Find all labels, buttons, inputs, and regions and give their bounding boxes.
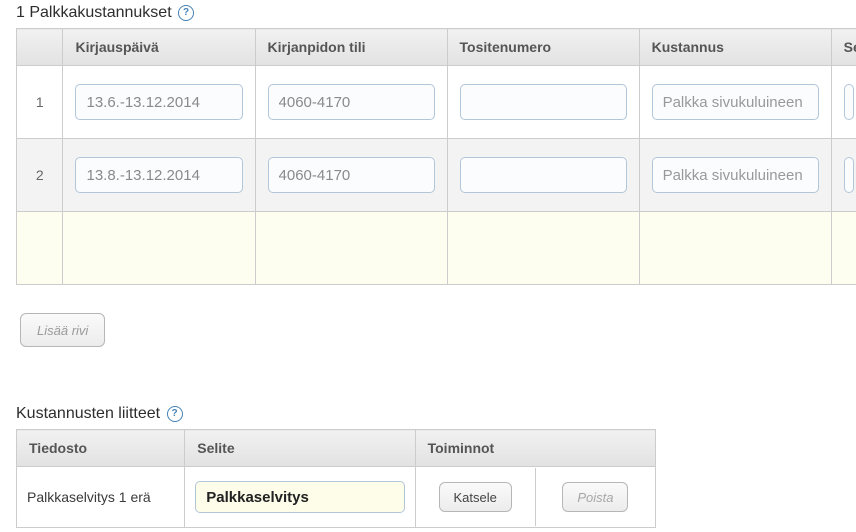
col-tosite-header: Tositenumero (447, 29, 639, 66)
col-att-selite-header: Selite (185, 430, 415, 467)
section1-title: 1 Palkkakustannukset ? (16, 4, 856, 22)
section2-title-text: Kustannusten liitteet (16, 405, 160, 422)
selite-input[interactable] (844, 157, 854, 193)
table-row: 2 (17, 139, 856, 212)
kustannus-input[interactable] (652, 157, 819, 193)
tili-input[interactable] (268, 84, 435, 120)
tili-input[interactable] (268, 157, 435, 193)
kirjauspaiva-input[interactable] (75, 157, 242, 193)
section2-title: Kustannusten liitteet ? (16, 405, 856, 423)
col-kustannus-header: Kustannus (639, 29, 831, 66)
help-icon[interactable]: ? (178, 5, 194, 21)
add-row-button[interactable]: Lisää rivi (20, 313, 105, 347)
delete-button[interactable]: Poista (562, 482, 628, 512)
row-number: 2 (17, 139, 63, 212)
col-tili-header: Kirjanpidon tili (255, 29, 447, 66)
col-num-header (17, 29, 63, 66)
selite-input[interactable] (844, 84, 854, 120)
attachments-table: Tiedosto Selite Toiminnot Palkkaselvitys… (16, 429, 656, 528)
col-toiminnot-header: Toiminnot (415, 430, 655, 467)
table-row: 1 (17, 66, 856, 139)
tiedosto-cell: Palkkaselvitys 1 erä (17, 467, 185, 528)
row-number: 1 (17, 66, 63, 139)
col-kirjauspaiva-header: Kirjauspäivä (63, 29, 255, 66)
tosite-input[interactable] (460, 157, 627, 193)
kustannus-input[interactable] (652, 84, 819, 120)
palkkakustannukset-table: Kirjauspäivä Kirjanpidon tili Tositenume… (16, 28, 856, 285)
view-button[interactable]: Katsele (439, 482, 512, 512)
kirjauspaiva-input[interactable] (75, 84, 242, 120)
tosite-input[interactable] (460, 84, 627, 120)
col-selite-header: Sel (831, 29, 856, 66)
section1-title-text: 1 Palkkakustannukset (16, 4, 172, 21)
help-icon[interactable]: ? (167, 406, 183, 422)
col-tiedosto-header: Tiedosto (17, 430, 185, 467)
attachments-row: Palkkaselvitys 1 erä Katsele Poista (17, 467, 656, 528)
selite-input[interactable] (195, 481, 404, 513)
summary-row (17, 212, 856, 285)
